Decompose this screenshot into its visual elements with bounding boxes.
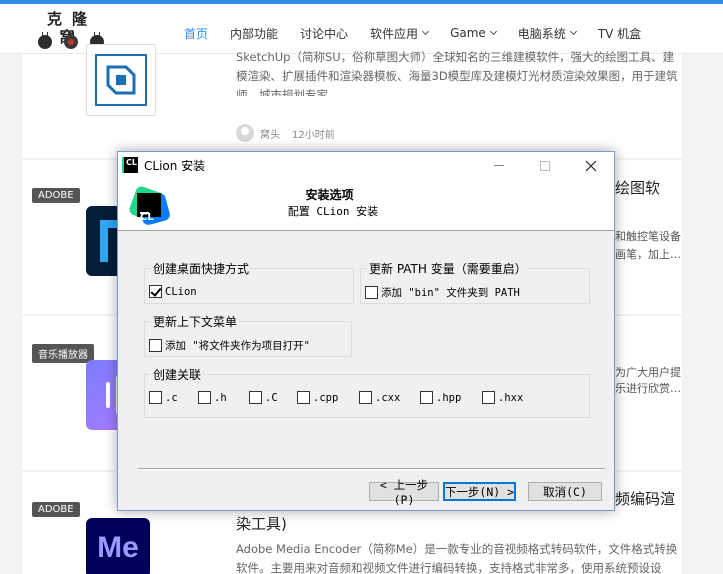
- post-title-fragment[interactable]: 染工具): [236, 513, 287, 535]
- sketchup-thumbnail[interactable]: [86, 44, 156, 116]
- post-meta: 窝头 12小时前: [236, 124, 335, 142]
- checkbox-label: .C: [265, 391, 278, 404]
- checkbox-icon: [198, 391, 211, 404]
- minimize-icon: [494, 165, 504, 166]
- back-button[interactable]: < 上一步(P): [369, 478, 439, 507]
- checkbox-checked-icon: [149, 285, 162, 298]
- post-time: 12小时前: [292, 129, 335, 141]
- checkbox-icon: [297, 391, 310, 404]
- checkbox-icon: [249, 391, 262, 404]
- dialog-title: CLion 安装: [144, 159, 206, 173]
- next-button[interactable]: 下一步(N) >: [443, 482, 516, 501]
- checkbox-icon: [365, 286, 378, 299]
- context-menu-group-label: 更新上下文菜单: [151, 313, 240, 330]
- chevron-down-icon: [569, 27, 577, 36]
- category-badge[interactable]: 音乐播放器: [32, 344, 94, 363]
- media-encoder-thumb-text: Me: [97, 531, 139, 564]
- maximize-icon: [540, 160, 550, 171]
- checkbox-label: 添加 "bin" 文件夹到 PATH: [381, 287, 520, 299]
- nav-item-software[interactable]: 软件应用: [370, 25, 430, 42]
- dialog-titlebar[interactable]: CL CLion 安装: [118, 152, 614, 179]
- assoc-C-upper-checkbox[interactable]: .C: [249, 391, 278, 404]
- nav-item-internal[interactable]: 内部功能: [230, 25, 278, 42]
- post-desc-fragment: 乐进行欣赏…: [615, 382, 681, 395]
- file-association-group: 创建关联 .c .h .C .cpp .cxx .hpp .hxx: [144, 366, 590, 418]
- path-group-label: 更新 PATH 变量（需要重启）: [367, 260, 529, 277]
- post-description: Adobe Media Encoder（简称Me）是一款专业的音视频格式转码软件…: [236, 542, 678, 574]
- checkbox-icon: [149, 339, 162, 352]
- nav-item-tv[interactable]: TV 机盒: [598, 25, 641, 42]
- checkbox-icon: [149, 391, 162, 404]
- dialog-header-title: 安装选项: [305, 188, 354, 202]
- post-desc-fragment: 和触控笔设备: [615, 230, 681, 243]
- installer-dialog: CL CLion 安装 CL 安装选项 配置 CLion 安装 创建桌面快捷方式…: [117, 151, 615, 511]
- checkbox-label: 添加 "将文件夹作为项目打开": [165, 340, 310, 352]
- checkbox-icon: [359, 391, 372, 404]
- post-description: SketchUp（简称SU，俗称草图大师）全球知名的三维建模软件，强大的绘图工具…: [236, 50, 678, 96]
- checkbox-label: CLion: [165, 285, 197, 298]
- assoc-hpp-checkbox[interactable]: .hpp: [420, 391, 461, 404]
- assoc-cxx-checkbox[interactable]: .cxx: [359, 391, 400, 404]
- file-association-group-label: 创建关联: [151, 366, 204, 383]
- avatar: [236, 124, 254, 142]
- nav-item-game[interactable]: Game: [450, 26, 497, 40]
- shortcut-clion-checkbox[interactable]: CLion: [149, 285, 197, 298]
- post-title-fragment[interactable]: 绘图软: [615, 177, 660, 199]
- add-bin-path-checkbox[interactable]: 添加 "bin" 文件夹到 PATH: [365, 285, 520, 300]
- sketchup-icon: [95, 54, 147, 106]
- path-group: 更新 PATH 变量（需要重启） 添加 "bin" 文件夹到 PATH: [360, 260, 590, 304]
- category-badge[interactable]: ADOBE: [32, 502, 80, 517]
- media-encoder-thumbnail[interactable]: Me: [86, 518, 150, 574]
- checkbox-icon: [482, 391, 495, 404]
- checkbox-label: .hpp: [436, 391, 462, 404]
- chevron-down-icon: [489, 27, 497, 36]
- clion-app-icon: CL: [122, 157, 138, 173]
- context-menu-group: 更新上下文菜单 添加 "将文件夹作为项目打开": [144, 313, 352, 357]
- checkbox-label: .hxx: [498, 391, 524, 404]
- maximize-button[interactable]: [522, 152, 568, 179]
- post-card-sketchup: SketchUp（简称SU，俗称草图大师）全球知名的三维建模软件，强大的绘图工具…: [22, 44, 682, 158]
- shortcut-group-label: 创建桌面快捷方式: [151, 260, 252, 277]
- post-title-fragment[interactable]: 频编码渲: [615, 488, 675, 510]
- open-folder-as-project-checkbox[interactable]: 添加 "将文件夹作为项目打开": [149, 338, 310, 353]
- assoc-cpp-checkbox[interactable]: .cpp: [297, 391, 338, 404]
- close-button[interactable]: [568, 152, 614, 179]
- checkbox-label: .h: [214, 391, 227, 404]
- shortcut-group: 创建桌面快捷方式 CLion: [144, 260, 354, 304]
- category-badge[interactable]: ADOBE: [32, 188, 80, 203]
- checkbox-icon: [420, 391, 433, 404]
- button-separator: [138, 468, 605, 470]
- dialog-header-panel: CL 安装选项 配置 CLion 安装: [118, 179, 614, 231]
- assoc-h-checkbox[interactable]: .h: [198, 391, 227, 404]
- chevron-down-icon: [422, 27, 430, 36]
- assoc-c-checkbox[interactable]: .c: [149, 391, 178, 404]
- checkbox-label: .cxx: [375, 391, 401, 404]
- nav-item-home[interactable]: 首页: [184, 25, 208, 42]
- checkbox-label: .cpp: [313, 391, 339, 404]
- checkbox-label: .c: [165, 391, 178, 404]
- nav-item-system[interactable]: 电脑系统: [518, 25, 577, 42]
- post-desc-fragment: 画笔，加上…: [615, 248, 681, 261]
- minimize-button[interactable]: [476, 152, 522, 179]
- close-icon: [585, 160, 597, 171]
- post-author[interactable]: 窝头: [260, 126, 280, 141]
- dialog-header-subtitle: 配置 CLion 安装: [287, 205, 379, 218]
- cancel-button[interactable]: 取消(C): [528, 482, 602, 501]
- assoc-hxx-checkbox[interactable]: .hxx: [482, 391, 523, 404]
- nav-item-discussion[interactable]: 讨论中心: [300, 25, 348, 42]
